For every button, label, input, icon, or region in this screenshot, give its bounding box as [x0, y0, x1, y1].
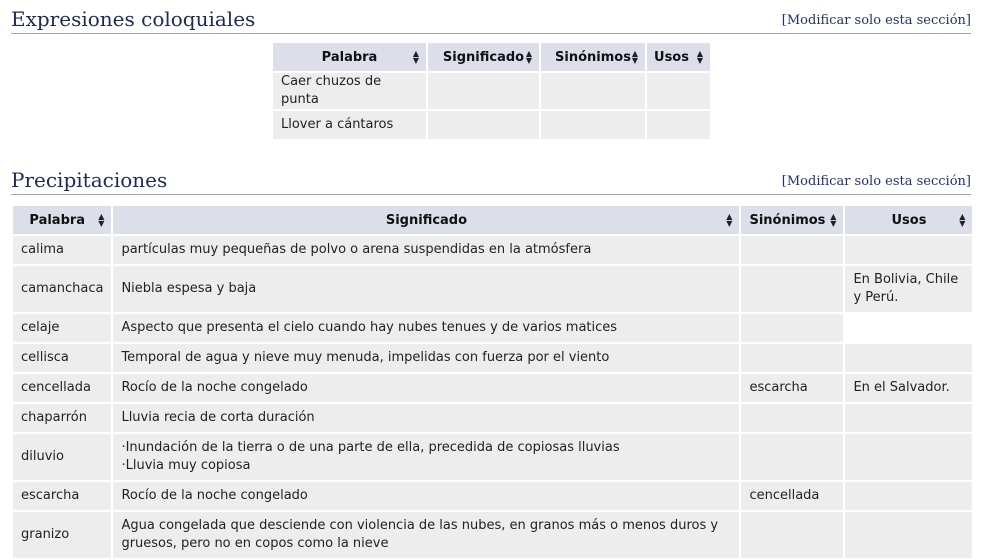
sort-icon[interactable]: ▲ ▼: [526, 50, 532, 65]
column-header-usos[interactable]: Usos ▲ ▼: [845, 206, 973, 234]
cell-palabra: cellisca: [13, 344, 112, 372]
cell-significado: Rocío de la noche congelado: [113, 374, 740, 402]
table-row: Llover a cántaros: [273, 111, 710, 139]
sort-icon[interactable]: ▲ ▼: [959, 213, 965, 228]
cell-sinonimos: escarcha: [741, 374, 844, 402]
cell-palabra: cencellada: [13, 374, 112, 402]
edit-section-link-label[interactable]: Modificar solo esta sección: [787, 174, 966, 189]
cell-palabra: granizo: [13, 512, 112, 558]
column-header-sinonimos[interactable]: Sinónimos ▲ ▼: [541, 43, 645, 71]
cell-usos: [647, 73, 710, 109]
cell-usos: [845, 482, 973, 510]
cell-significado: [428, 111, 539, 139]
column-header-significado[interactable]: Significado ▲ ▼: [113, 206, 740, 234]
cell-usos: [845, 512, 973, 558]
cell-sinonimos: [541, 73, 645, 109]
column-header-significado[interactable]: Significado ▲ ▼: [428, 43, 539, 71]
page: Expresiones coloquiales [Modificar solo …: [0, 0, 985, 560]
cell-palabra: Caer chuzos de punta: [273, 73, 426, 109]
edit-section-link[interactable]: [Modificar solo esta sección]: [782, 13, 971, 28]
table-row: calima partículas muy pequeñas de polvo …: [13, 236, 973, 264]
column-header-palabra[interactable]: Palabra ▲ ▼: [13, 206, 112, 234]
expresiones-table: Palabra ▲ ▼ Significado ▲ ▼ Sinónimos ▲ ▼ Usos…: [271, 41, 712, 141]
cell-usos: [647, 111, 710, 139]
cell-palabra: camanchaca: [13, 266, 112, 312]
edit-section-link-label[interactable]: Modificar solo esta sección: [787, 13, 966, 28]
table-header-row: Palabra ▲ ▼ Significado ▲ ▼ Sinónimos ▲ ▼ Usos…: [273, 43, 710, 71]
section-header-precipitaciones: Precipitaciones [Modificar solo esta sec…: [11, 160, 971, 195]
table-row: granizo Agua congelada que desciende con…: [13, 512, 973, 558]
cell-significado: partículas muy pequeñas de polvo o arena…: [113, 236, 740, 264]
cell-palabra: diluvio: [13, 434, 112, 480]
table-row: chaparrón Lluvia recia de corta duración: [13, 404, 973, 432]
cell-sinonimos: [741, 236, 844, 264]
cell-palabra: chaparrón: [13, 404, 112, 432]
cell-sinonimos: [541, 111, 645, 139]
cell-usos: [845, 314, 973, 342]
list-item: ·Lluvia muy copiosa: [121, 458, 251, 473]
list-item: ·Inundación de la tierra o de una parte …: [121, 440, 620, 455]
precipitaciones-table: Palabra ▲ ▼ Significado ▲ ▼ Sinónimos ▲ ▼ Usos…: [11, 204, 974, 560]
cell-significado: Aspecto que presenta el cielo cuando hay…: [113, 314, 740, 342]
cell-significado: Rocío de la noche congelado: [113, 482, 740, 510]
cell-usos: [845, 404, 973, 432]
table-header-row: Palabra ▲ ▼ Significado ▲ ▼ Sinónimos ▲ ▼ Usos…: [13, 206, 973, 234]
cell-sinonimos: [741, 314, 844, 342]
table-row: diluvio ·Inundación de la tierra o de un…: [13, 434, 973, 480]
edit-section-link[interactable]: [Modificar solo esta sección]: [782, 174, 971, 189]
cell-significado: [428, 73, 539, 109]
cell-significado: Niebla espesa y baja: [113, 266, 740, 312]
sort-icon[interactable]: ▲ ▼: [726, 213, 732, 228]
cell-sinonimos: [741, 404, 844, 432]
table-row: cellisca Temporal de agua y nieve muy me…: [13, 344, 973, 372]
cell-significado: Agua congelada que desciende con violenc…: [113, 512, 740, 558]
cell-palabra: calima: [13, 236, 112, 264]
table-row: celaje Aspecto que presenta el cielo cua…: [13, 314, 973, 342]
sort-icon[interactable]: ▲ ▼: [98, 213, 104, 228]
sort-icon[interactable]: ▲ ▼: [413, 50, 419, 65]
cell-significado: ·Inundación de la tierra o de una parte …: [113, 434, 740, 480]
column-header-usos[interactable]: Usos ▲ ▼: [647, 43, 710, 71]
cell-significado: Temporal de agua y nieve muy menuda, imp…: [113, 344, 740, 372]
cell-palabra: Llover a cántaros: [273, 111, 426, 139]
section-title: Expresiones coloquiales: [11, 7, 256, 31]
cell-sinonimos: [741, 344, 844, 372]
sort-icon[interactable]: ▲ ▼: [697, 50, 703, 65]
cell-usos: En Bolivia, Chile y Perú.: [845, 266, 973, 312]
cell-significado: Lluvia recia de corta duración: [113, 404, 740, 432]
cell-sinonimos: [741, 434, 844, 480]
cell-usos: [845, 236, 973, 264]
cell-usos: [845, 344, 973, 372]
cell-usos: En el Salvador.: [845, 374, 973, 402]
cell-sinonimos: cencellada: [741, 482, 844, 510]
table-row: escarcha Rocío de la noche congelado cen…: [13, 482, 973, 510]
column-header-sinonimos[interactable]: Sinónimos ▲ ▼: [741, 206, 844, 234]
cell-palabra: escarcha: [13, 482, 112, 510]
cell-sinonimos: [741, 266, 844, 312]
table-row: Caer chuzos de punta: [273, 73, 710, 109]
column-header-palabra[interactable]: Palabra ▲ ▼: [273, 43, 426, 71]
cell-sinonimos: [741, 512, 844, 558]
table-row: cencellada Rocío de la noche congelado e…: [13, 374, 973, 402]
cell-palabra: celaje: [13, 314, 112, 342]
sort-icon[interactable]: ▲ ▼: [632, 50, 638, 65]
cell-usos: [845, 434, 973, 480]
table-row: camanchaca Niebla espesa y baja En Boliv…: [13, 266, 973, 312]
section-title: Precipitaciones: [11, 168, 168, 192]
sort-icon[interactable]: ▲ ▼: [830, 213, 836, 228]
section-header-expresiones: Expresiones coloquiales [Modificar solo …: [11, 0, 971, 34]
